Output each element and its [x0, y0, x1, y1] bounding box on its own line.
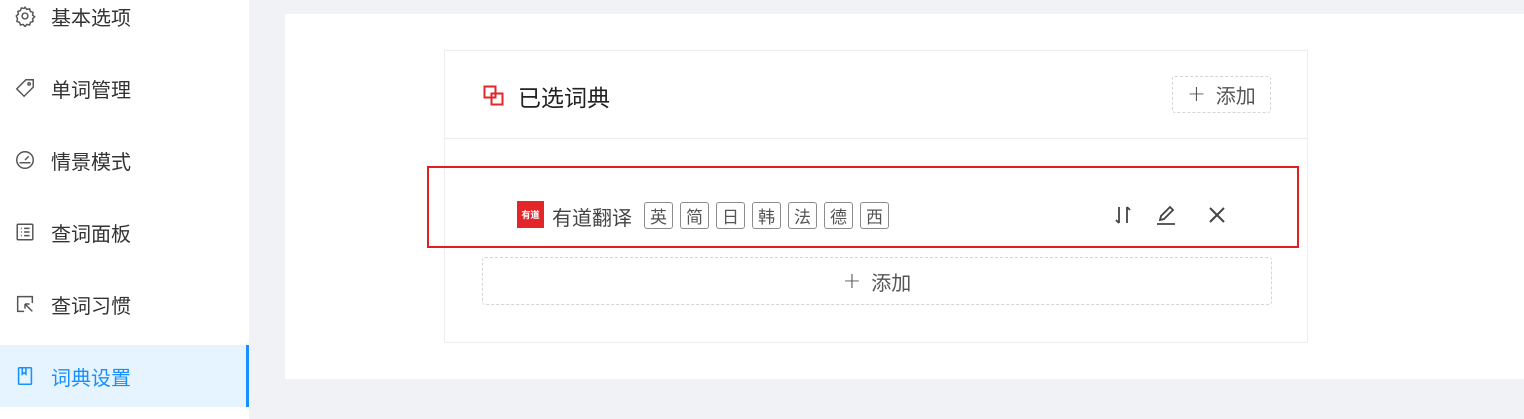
youdao-logo: 有道 [517, 201, 544, 228]
card-header: 已选词典 + 添加 [445, 51, 1307, 139]
sidebar-item-label: 情景模式 [51, 149, 131, 174]
sidebar-item-lookup-habits[interactable]: 查词习惯 [0, 273, 249, 335]
overlapping-squares-icon [483, 85, 505, 107]
edit-icon[interactable] [1153, 202, 1179, 228]
tag-icon [14, 77, 36, 99]
language-tag: 法 [788, 202, 817, 229]
plus-icon: + [842, 268, 862, 294]
add-label: 添加 [871, 270, 912, 295]
sidebar-item-scene-mode[interactable]: 情景模式 [0, 129, 249, 191]
language-tag: 英 [644, 202, 673, 229]
close-icon[interactable] [1204, 202, 1230, 228]
add-dictionary-row-button[interactable]: + 添加 [482, 257, 1272, 305]
dashboard-icon [14, 149, 36, 171]
logo-text: 有道 [521, 211, 540, 221]
book-icon [14, 365, 36, 387]
language-tag: 简 [680, 202, 709, 229]
sidebar-item-word-management[interactable]: 单词管理 [0, 57, 249, 119]
dictionary-name: 有道翻译 [552, 206, 632, 230]
add-label: 添加 [1215, 84, 1256, 108]
language-tag: 韩 [752, 202, 781, 229]
list-panel-icon [14, 221, 36, 243]
sidebar-item-label: 查词面板 [51, 221, 131, 246]
plus-icon: + [1187, 82, 1206, 107]
sidebar-item-dictionary-settings[interactable]: 词典设置 [0, 345, 249, 407]
sidebar-item-label: 基本选项 [51, 5, 131, 30]
add-dictionary-button[interactable]: + 添加 [1172, 76, 1271, 113]
cursor-select-icon [14, 293, 36, 315]
language-tag: 日 [716, 202, 745, 229]
language-tag: 德 [824, 202, 853, 229]
sidebar: 基本选项 单词管理 情景模式 查词面板 查词习惯 词典设置 [0, 0, 249, 419]
sidebar-item-label: 查词习惯 [51, 293, 131, 318]
gear-icon [14, 5, 36, 27]
sidebar-item-label: 词典设置 [51, 365, 131, 390]
language-tag: 西 [860, 202, 889, 229]
language-tags: 英 简 日 韩 法 德 西 [644, 202, 896, 229]
sort-icon[interactable] [1110, 202, 1136, 228]
sidebar-item-basic-options[interactable]: 基本选项 [0, 0, 249, 47]
sidebar-item-lookup-panel[interactable]: 查词面板 [0, 201, 249, 263]
card-title: 已选词典 [518, 86, 610, 112]
sidebar-item-label: 单词管理 [51, 77, 131, 102]
